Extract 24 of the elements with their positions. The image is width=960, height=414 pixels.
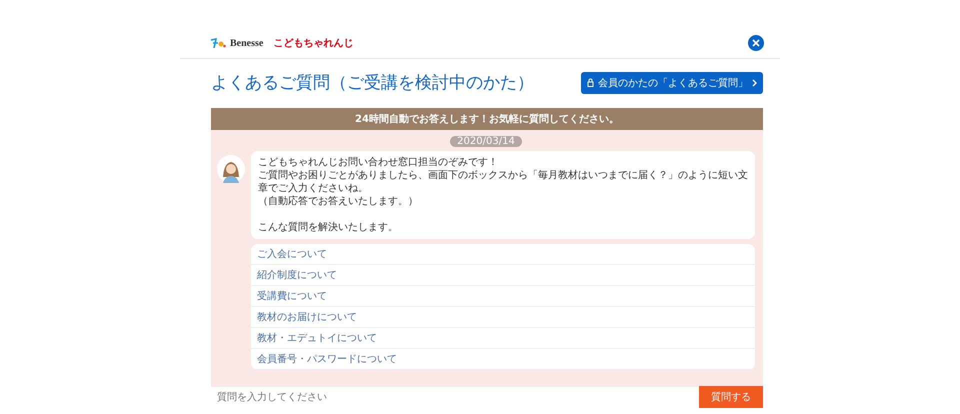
lock-icon: [587, 78, 594, 87]
close-icon: [752, 39, 760, 47]
chat-banner: 24時間自動でお答えします！お気軽に質問してください。: [211, 108, 763, 130]
chat-message: （自動応答でお答えいたします。）: [258, 195, 419, 208]
topic-link[interactable]: ご入会について: [251, 244, 755, 265]
topic-link[interactable]: 紹介制度について: [251, 265, 755, 286]
chat-message: こんな質問を解決いたします。: [258, 221, 399, 234]
chat-message: ご質問やお困りごとがありましたら、画面下のボックスから「毎月教材はいつまでに届く？」のように短い文章でご入力くださいね。: [258, 169, 748, 195]
send-button[interactable]: 質問する: [699, 386, 763, 408]
brand-logo-icon: [210, 37, 226, 49]
date-badge: 2020/03/14: [450, 136, 522, 147]
question-input-field[interactable]: 質問を入力してください: [211, 386, 699, 408]
chat-message: こどもちゃれんじお問い合わせ窓口担当のぞみです！: [258, 156, 499, 169]
page-title: よくあるご質問（ご受講を検討中のかた）: [211, 72, 534, 94]
brand-name: Benesse: [230, 38, 264, 48]
topic-link[interactable]: 会員番号・パスワードについて: [251, 349, 755, 370]
close-button[interactable]: [748, 35, 764, 51]
product-logo: こどもちゃれんじ: [273, 37, 354, 50]
topic-link[interactable]: 教材・エデュトイについて: [251, 328, 755, 349]
member-faq-button[interactable]: 会員のかたの「よくあるご質問」: [581, 72, 763, 94]
topic-link[interactable]: 受講費について: [251, 286, 755, 307]
avatar-icon: [217, 155, 245, 183]
topic-link[interactable]: 教材のお届けについて: [251, 307, 755, 328]
chevron-right-icon: [752, 78, 757, 86]
